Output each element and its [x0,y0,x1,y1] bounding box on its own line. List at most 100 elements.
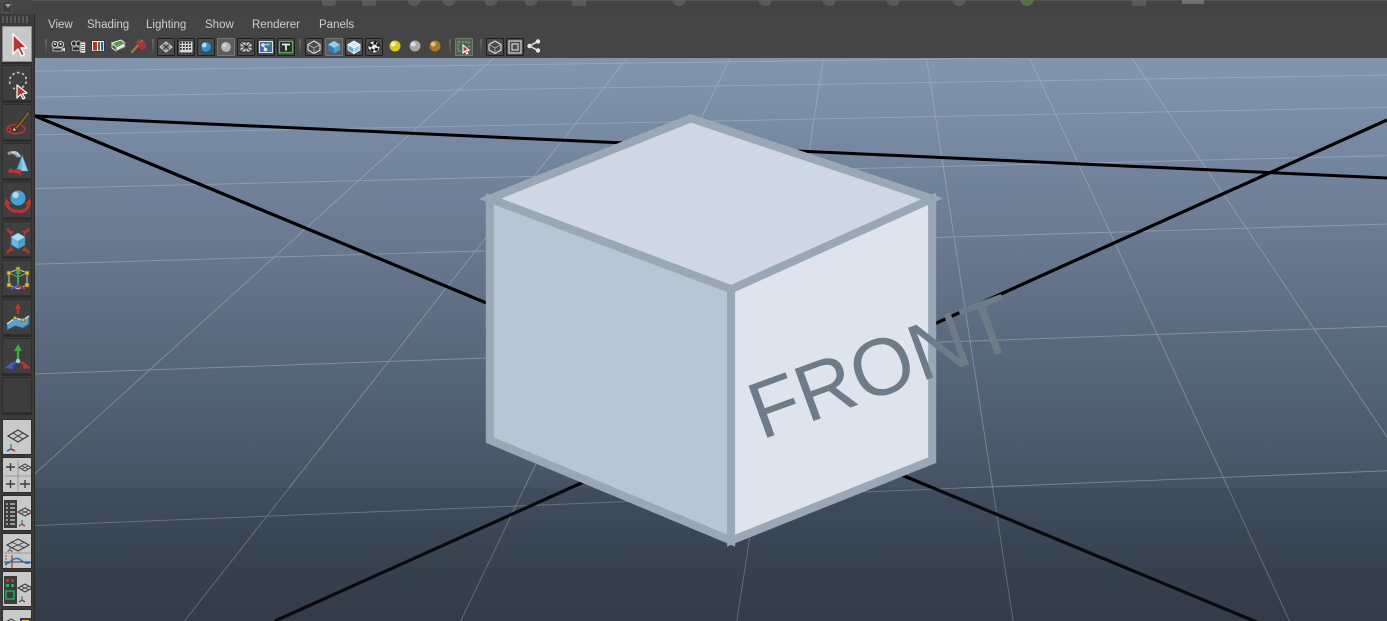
layout-preset-persp-graph[interactable] [2,533,32,569]
yellow-light-sphere-icon [389,40,401,52]
axis-tripod-icon [5,344,31,369]
toolbar-xray-toggle[interactable] [237,38,255,56]
toolbar-separator [297,39,302,55]
layout-preset-hypershade-persp[interactable] [2,571,32,607]
layout-preset-four-view[interactable] [2,457,32,493]
soft-mod-icon [6,303,30,331]
toolbar-2d-pan-zoom[interactable] [130,38,148,56]
tool-scale[interactable] [2,221,32,257]
shaded-wire-cube-icon [347,40,361,55]
toolbox-divider [2,140,32,142]
toolbox-grip-handle[interactable] [2,16,30,23]
shelf-ghost-icon[interactable] [758,0,772,6]
toolbar-gate-mask[interactable] [217,38,235,56]
grid-diamond-icon [159,41,173,53]
toolbar-node-editor[interactable] [526,38,544,56]
menu-view[interactable]: View [41,14,80,36]
shelf-ghost-icon[interactable] [1020,0,1034,6]
layout-preset-persp-outliner-split[interactable] [2,609,32,621]
shelf-ghost-icon[interactable] [322,0,336,6]
toolbar-use-all-lights[interactable] [407,38,425,56]
paint-brush-icon [6,110,31,135]
share-node-icon [527,39,541,53]
magic-wand-icon [130,39,146,54]
shelf-ghost-bar[interactable] [1182,0,1204,4]
menu-shading[interactable]: Shading [80,14,136,36]
tool-empty-slot[interactable] [2,377,32,413]
shelf-ghost-icon[interactable] [672,0,686,6]
tool-lasso-select[interactable] [2,65,32,101]
toolbox [0,14,35,621]
menu-renderer[interactable]: Renderer [245,14,307,36]
nested-squares-icon [508,40,522,54]
tool-rotate[interactable] [2,182,32,218]
shelf-ghost-icon[interactable] [952,0,966,6]
toolbar-texture-display[interactable] [277,38,295,56]
toolbox-divider [2,179,32,181]
camera-attributes-icon [70,40,86,54]
toolbar-smooth-shade-all[interactable] [325,38,343,56]
shelf-ghost-icon[interactable] [1132,0,1146,6]
tool-last-used[interactable] [2,338,32,374]
shelf-ghost-icon[interactable] [822,0,836,6]
menu-show[interactable]: Show [198,14,241,36]
hypershade-persp-icon [4,576,31,604]
camera-icon [51,41,65,52]
viewport-menubar: View Shading Lighting Show Renderer Pane… [35,14,1387,36]
perspective-viewport[interactable]: FRONT [35,58,1387,621]
toolbox-divider [2,257,32,259]
shelf-ghost-icon[interactable] [484,0,498,6]
toolbar-bookmarks[interactable] [90,38,108,56]
four-pane-icon [4,460,31,492]
xray-mesh-icon [239,41,253,53]
lasso-select-icon [8,71,28,100]
menu-panels[interactable]: Panels [312,14,361,36]
toolbar-isolate-select[interactable] [455,38,473,56]
toolbar-use-default-light[interactable] [387,38,405,56]
toolbar-tear-off-copy[interactable] [506,38,524,56]
tool-move[interactable] [2,143,32,179]
shaded-cube-icon [328,41,340,54]
tool-universal-manipulator[interactable] [2,260,32,296]
persp-graph-icon [4,538,31,568]
shelf-ghost-icon[interactable] [524,0,538,6]
shelf-ghost-icon[interactable] [407,0,421,6]
toolbar-select-camera[interactable] [50,38,68,56]
shelf-ghost-icon[interactable] [886,0,900,6]
toolbar-film-gate[interactable] [177,38,195,56]
toolbar-resolution-gate[interactable] [197,38,215,56]
universal-manip-icon [6,266,30,290]
toolbar-xray-joints[interactable] [257,38,275,56]
toolbar-camera-attributes[interactable] [70,38,88,56]
layout-preset-outliner-persp[interactable] [2,495,32,531]
bookmark-book-icon [91,40,105,52]
toolbar-wireframe-shading[interactable] [305,38,323,56]
grey-light-sphere-icon [409,40,421,52]
rotate-sphere-icon [4,190,31,213]
toolbar-smooth-shade-wireframe[interactable] [345,38,363,56]
view-cube-icon: FRONT [478,114,1028,547]
top-shelf-strip [0,0,1387,15]
toolbox-divider [2,62,32,64]
toolbox-divider [2,296,32,298]
toolbar-shadows[interactable] [427,38,445,56]
toolbar-single-pane-layout[interactable] [486,38,504,56]
shelf-ghost-icon[interactable] [442,0,456,6]
toolbar-separator [478,39,483,55]
shelf-ghost-icon[interactable] [572,0,586,6]
toolbar-hardware-texturing[interactable] [365,38,383,56]
tool-soft-modification[interactable] [2,299,32,335]
menu-lighting[interactable]: Lighting [139,14,193,36]
viewport-toolbar [35,36,1387,59]
shelf-ghost-icon[interactable] [362,0,376,6]
toolbar-image-plane[interactable] [110,38,128,56]
layout-preset-single-persp[interactable] [2,419,32,455]
letter-t-icon [278,40,294,54]
toolbox-divider [2,413,32,415]
move-cone-icon [7,150,29,175]
toolbar-grid-toggle[interactable] [157,38,175,56]
tool-paint-select[interactable] [2,104,32,140]
view-cube[interactable]: FRONT [35,58,1387,621]
tool-select[interactable] [2,26,32,62]
shelf-grip-handle[interactable] [2,1,12,13]
